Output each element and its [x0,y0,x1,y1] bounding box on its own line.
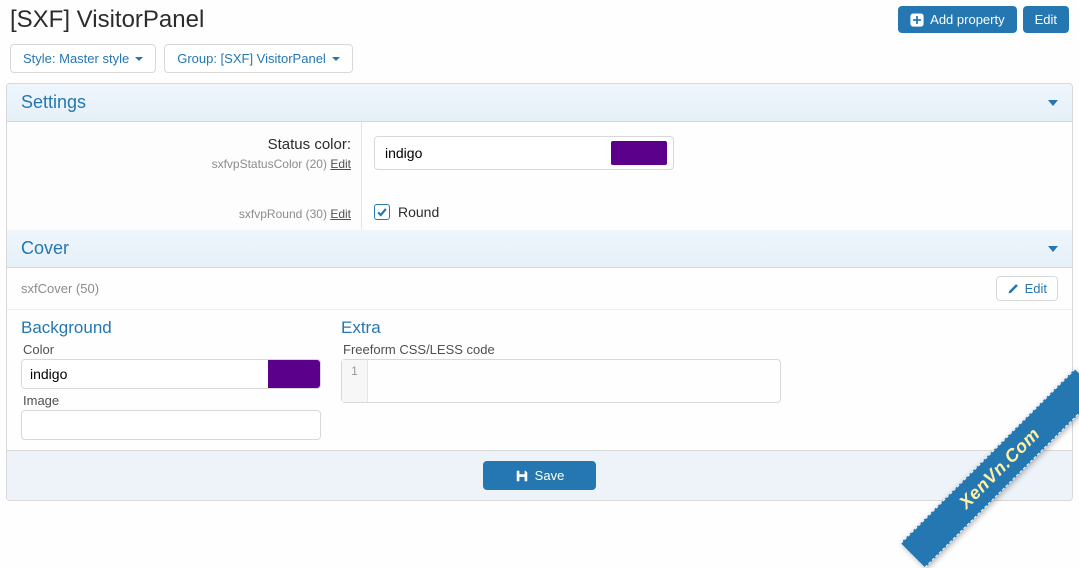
style-filter-label: Style: Master style [23,51,129,66]
extra-title: Extra [341,318,781,338]
page-title: [SXF] VisitorPanel [10,6,204,34]
round-label: Round [398,204,439,220]
save-button[interactable]: Save [483,461,597,490]
code-editor[interactable]: 1 [341,359,781,403]
round-edit-link[interactable]: Edit [330,207,351,221]
group-filter-dropdown[interactable]: Group: [SXF] VisitorPanel [164,44,353,73]
status-color-edit-link[interactable]: Edit [330,157,351,171]
bg-color-input[interactable] [22,360,268,388]
pencil-icon [1007,283,1019,295]
bg-image-label: Image [23,393,321,408]
style-filter-dropdown[interactable]: Style: Master style [10,44,156,73]
status-color-label: Status color: [17,136,351,153]
add-property-label: Add property [930,12,1004,27]
status-color-swatch[interactable] [611,141,667,165]
edit-label: Edit [1035,12,1057,27]
add-property-button[interactable]: Add property [898,6,1016,33]
code-gutter: 1 [342,360,368,402]
settings-section-header[interactable]: Settings [7,84,1072,122]
edit-button[interactable]: Edit [1023,6,1069,33]
save-icon [515,469,529,483]
status-color-input[interactable] [375,138,605,168]
status-color-key: sxfvpStatusColor (20) [212,157,327,171]
code-label: Freeform CSS/LESS code [343,342,781,357]
caret-down-icon [135,57,143,61]
bg-image-input[interactable] [21,410,321,440]
cover-edit-label: Edit [1025,281,1047,296]
bg-color-swatch[interactable] [268,360,320,388]
cover-title: Cover [21,238,69,259]
settings-title: Settings [21,92,86,113]
check-icon [376,206,388,218]
save-label: Save [535,468,565,483]
bg-color-label: Color [23,342,321,357]
round-checkbox[interactable] [374,204,390,220]
header-actions: Add property Edit [898,6,1069,33]
bg-color-input-group [21,359,321,389]
status-color-input-group [374,136,674,170]
cover-section-header[interactable]: Cover [7,230,1072,268]
plus-square-icon [910,13,924,27]
group-filter-label: Group: [SXF] VisitorPanel [177,51,326,66]
cover-edit-button[interactable]: Edit [996,276,1058,301]
cover-key: sxfCover (50) [21,281,99,296]
round-key: sxfvpRound (30) [239,207,327,221]
caret-down-icon [332,57,340,61]
chevron-down-icon [1048,246,1058,252]
background-title: Background [21,318,321,338]
chevron-down-icon [1048,100,1058,106]
